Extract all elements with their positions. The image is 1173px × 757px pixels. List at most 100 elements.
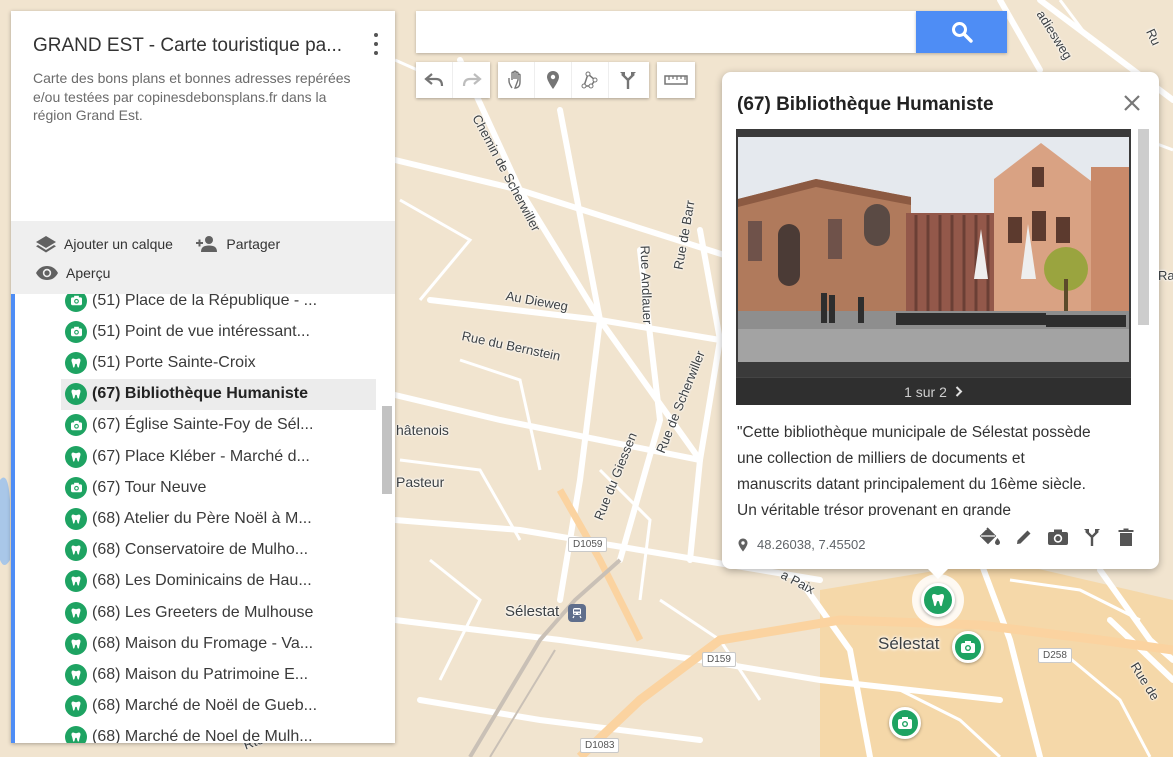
place-info-card: (67) Bibliothèque Humaniste 1 sur 2 "Cet…	[722, 72, 1159, 579]
list-item-label: (67) Bibliothèque Humaniste	[92, 385, 309, 403]
list-item[interactable]: (68) Maison du Fromage - Va...	[61, 628, 376, 659]
tooth-icon	[65, 445, 87, 468]
list-item[interactable]: (67) Place Kléber - Marché d...	[61, 441, 376, 472]
tooth-icon	[65, 507, 87, 530]
camera-icon	[961, 641, 975, 653]
tooth-icon	[65, 601, 87, 624]
place-title: (67) Bibliothèque Humaniste	[737, 94, 994, 115]
edit-button[interactable]	[1007, 525, 1041, 549]
list-item[interactable]: (51) Porte Sainte-Croix	[61, 347, 376, 378]
search-button[interactable]	[916, 11, 1007, 53]
add-layer-button[interactable]: Ajouter un calque	[35, 233, 173, 255]
list-item-label: (68) Atelier du Père Noël à M...	[92, 509, 312, 527]
more-options-icon[interactable]	[373, 33, 379, 55]
road-badge-d1083: D1083	[580, 738, 620, 753]
tooth-icon	[65, 663, 87, 686]
eye-icon	[36, 266, 58, 280]
list-item[interactable]: (68) Marché de Noel de Mulh...	[61, 722, 376, 743]
list-item-label: (68) Conservatoire de Mulho...	[92, 541, 309, 559]
list-item-label: (67) Tour Neuve	[92, 478, 207, 496]
map-legend-panel: GRAND EST - Carte touristique pa... Cart…	[11, 11, 395, 743]
map-marker-camera-2[interactable]	[889, 707, 921, 739]
preview-label: Aperçu	[66, 265, 111, 281]
list-item-label: (67) Église Sainte-Foy de Sél...	[92, 416, 314, 434]
list-item[interactable]: (68) Maison du Patrimoine E...	[61, 659, 376, 690]
list-item[interactable]: (68) Les Greeters de Mulhouse	[61, 597, 376, 628]
list-scrollbar[interactable]	[382, 406, 392, 494]
list-item[interactable]: (67) Église Sainte-Foy de Sél...	[61, 410, 376, 441]
measure-button[interactable]	[657, 62, 694, 98]
list-item[interactable]: (67) Bibliothèque Humaniste	[61, 378, 376, 410]
undo-button[interactable]	[416, 62, 453, 98]
list-item[interactable]: (68) Les Dominicains de Hau...	[61, 566, 376, 597]
share-label: Partager	[226, 236, 281, 252]
photo-library-building	[736, 129, 1131, 377]
place-list: (51) Place de la République - ... (51) Po…	[11, 294, 395, 743]
list-item[interactable]: (67) Tour Neuve	[61, 472, 376, 503]
panel-actions: Ajouter un calque Partager Aperçu	[11, 221, 395, 294]
photo-counter: 1 sur 2	[904, 383, 947, 400]
card-scrollbar[interactable]	[1138, 129, 1149, 325]
style-button[interactable]	[973, 525, 1007, 549]
hand-icon	[508, 70, 521, 89]
list-item[interactable]: (68) Conservatoire de Mulho...	[61, 535, 376, 566]
redo-icon	[462, 73, 482, 87]
place-photo[interactable]: 1 sur 2	[736, 129, 1131, 405]
list-item-label: (51) Point de vue intéressant...	[92, 322, 310, 340]
street-label-chatenois: hâtenois	[396, 422, 449, 438]
train-station-icon[interactable]	[568, 604, 586, 622]
layer-accent-bar	[11, 294, 15, 743]
tooth-icon	[65, 383, 87, 406]
directions-button[interactable]	[609, 62, 646, 98]
place-description: "Cette bibliothèque municipale de Sélest…	[737, 424, 1091, 516]
directions-to-button[interactable]	[1075, 525, 1109, 549]
next-photo-icon[interactable]	[955, 384, 963, 400]
road-badge-d1059: D1059	[568, 537, 608, 552]
coordinates-text: 48.26038, 7.45502	[757, 537, 866, 552]
map-marker-camera-1[interactable]	[952, 631, 984, 663]
road-badge-d258: D258	[1038, 648, 1072, 663]
paint-bucket-icon	[979, 527, 1000, 545]
share-button[interactable]: Partager	[195, 233, 280, 255]
list-item[interactable]: (68) Atelier du Père Noël à M...	[61, 503, 376, 534]
camera-icon	[65, 414, 87, 437]
select-tool-button[interactable]	[498, 62, 535, 98]
measure-group	[657, 62, 695, 98]
list-item[interactable]: (51) Place de la République - ...	[61, 294, 376, 316]
preview-button[interactable]: Aperçu	[35, 262, 110, 284]
add-marker-button[interactable]	[535, 62, 572, 98]
map-description[interactable]: Carte des bons plans et bonnes adresses …	[33, 69, 353, 125]
road-badge-d159: D159	[702, 652, 736, 667]
list-item-label: (67) Place Kléber - Marché d...	[92, 447, 310, 465]
delete-button[interactable]	[1109, 525, 1143, 549]
map-marker-bibliotheque[interactable]	[921, 583, 955, 617]
panel-header: GRAND EST - Carte touristique pa... Cart…	[11, 11, 395, 221]
street-label-pasteur: Pasteur	[396, 474, 445, 490]
list-item-label: (51) Porte Sainte-Croix	[92, 353, 256, 371]
tooth-icon	[65, 351, 87, 374]
marker-icon	[547, 71, 559, 89]
close-button[interactable]	[1123, 94, 1141, 112]
redo-button[interactable]	[453, 62, 490, 98]
directions-icon	[1084, 529, 1100, 546]
map-title[interactable]: GRAND EST - Carte touristique pa...	[33, 35, 353, 57]
camera-icon	[1048, 529, 1068, 545]
add-photo-button[interactable]	[1041, 525, 1075, 549]
list-item-label: (68) Marché de Noël de Gueb...	[92, 697, 318, 715]
camera-icon	[898, 717, 912, 729]
card-tools	[973, 525, 1143, 549]
draw-line-button[interactable]	[572, 62, 609, 98]
draw-line-icon	[581, 71, 598, 89]
tooth-icon	[65, 726, 87, 743]
street-label-rue-andlauer: Rue Andlauer	[637, 245, 656, 325]
list-item[interactable]: (51) Point de vue intéressant...	[61, 316, 376, 347]
undo-icon	[424, 73, 444, 87]
list-item-label: (68) Maison du Patrimoine E...	[92, 665, 309, 683]
list-item-label: (68) Les Greeters de Mulhouse	[92, 603, 314, 621]
search-input[interactable]	[416, 11, 916, 53]
list-item[interactable]: (68) Marché de Noël de Gueb...	[61, 691, 376, 722]
tooth-icon	[65, 539, 87, 562]
pencil-icon	[1017, 530, 1031, 544]
list-item-label: (68) Les Dominicains de Hau...	[92, 572, 312, 590]
search-icon	[951, 22, 973, 43]
